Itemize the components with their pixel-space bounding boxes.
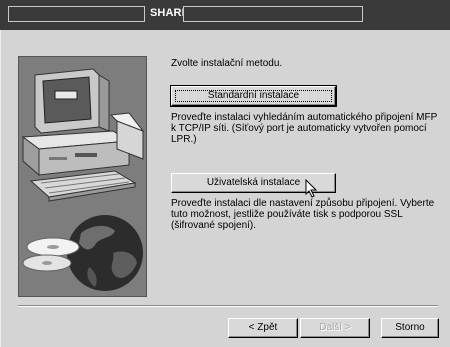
globe-icon — [67, 215, 143, 291]
custom-install-label: Uživatelská instalace — [206, 177, 301, 188]
title-bar: SHARP — [0, 0, 450, 30]
installer-illustration — [18, 56, 147, 297]
cancel-button[interactable]: Storno — [381, 318, 439, 338]
standard-install-button[interactable]: Standardní instalace — [170, 85, 337, 107]
standard-install-description: Proveďte instalaci vyhledáním automatick… — [171, 112, 438, 145]
next-button-disabled: Další > — [300, 318, 370, 338]
arrow-cursor-icon — [305, 179, 317, 198]
monitor-icon — [34, 68, 110, 134]
title-bar-right-panel — [183, 6, 363, 22]
custom-install-description: Proveďte instalaci dle nastavení způsobu… — [171, 198, 435, 231]
computer-cd-globe-illustration — [19, 57, 146, 296]
title-bar-left-panel — [8, 6, 145, 22]
install-method-prompt: Zvolte instalační metodu. — [171, 58, 283, 69]
footer-separator — [18, 305, 438, 307]
standard-install-label: Standardní instalace — [207, 90, 300, 101]
back-button[interactable]: < Zpět — [228, 318, 298, 338]
